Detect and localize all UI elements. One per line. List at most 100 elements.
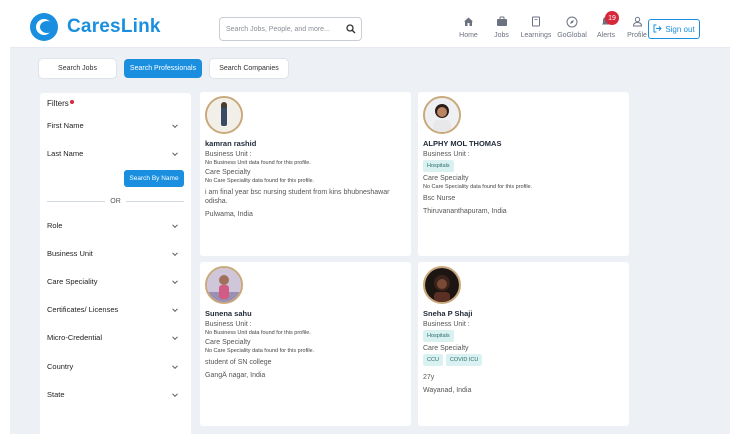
business-unit-note: No Business Unit data found for this pro… [205,330,311,336]
care-specialty-note: No Care Speciality data found for this p… [205,348,315,354]
professional-card[interactable]: Sneha P Shaji Business Unit : Hospitals … [418,262,629,426]
tab-search-professionals[interactable]: Search Professionals [124,59,202,78]
filter-label: Last Name [47,149,84,158]
profile-bio: i am final year bsc nursing student from… [205,189,390,205]
required-dot [69,100,74,104]
filter-state[interactable]: State [47,390,179,399]
professional-name[interactable]: kamran rashid [205,139,405,148]
chevron-down-icon [172,123,178,128]
filter-country[interactable]: Country [47,362,179,371]
main-nav: Home Jobs Learnings GoGlobal 19 Alerts P… [452,11,652,39]
chevron-down-icon [172,335,178,340]
avatar[interactable] [205,96,243,134]
logo-mark-icon [30,13,58,41]
filter-certificates[interactable]: Certificates/ Licenses [47,305,179,314]
alerts-count-badge: 19 [605,11,619,25]
filter-label: Micro-Credential [47,333,103,342]
care-specialty-chips: CCU COVID ICU [423,354,623,369]
nav-label-learnings: Learnings [520,32,552,39]
professional-name[interactable]: Sneha P Shaji [423,309,623,318]
nav-label-jobs: Jobs [494,32,509,39]
avatar[interactable] [423,96,461,134]
chevron-down-icon [172,279,178,284]
care-specialty-label: Care Specialty [205,339,251,346]
profile-location: GangÄ nagar, India [205,372,266,379]
filter-first-name[interactable]: First Name [47,121,179,130]
chip-hospitals: Hospitals [423,160,454,172]
careslink-logo[interactable]: CaresLink [30,13,161,41]
business-unit-label: Business Unit : [205,151,252,158]
professional-card[interactable]: kamran rashid Business Unit : No Busines… [200,92,411,256]
card-body: Sneha P Shaji Business Unit : Hospitals … [423,309,623,395]
profile-location: Thiruvananthapuram, India [423,208,507,215]
business-unit-label: Business Unit : [205,321,252,328]
professional-name[interactable]: Sunena sahu [205,309,405,318]
profile-bio: student of SN college [205,359,272,366]
chevron-down-icon [172,307,178,312]
chevron-down-icon [172,251,178,256]
nav-jobs[interactable]: Jobs [485,13,518,39]
filter-role[interactable]: Role [47,221,179,230]
nav-goglobal[interactable]: GoGlobal [554,13,590,39]
filter-label: Care Speciality [47,277,98,286]
avatar[interactable] [423,266,461,304]
avatar[interactable] [205,266,243,304]
filter-last-name[interactable]: Last Name [47,149,179,158]
search-icon[interactable] [341,19,361,39]
filter-micro-credential[interactable]: Micro-Credential [47,333,179,342]
top-header: CaresLink Search Jobs, People, and more.… [10,9,730,48]
filter-business-unit[interactable]: Business Unit [47,249,179,258]
nav-label-home: Home [459,32,478,39]
or-divider: OR [47,197,184,205]
book-icon [531,13,541,30]
care-specialty-label: Care Specialty [423,345,469,352]
care-specialty-label: Care Specialty [205,169,251,176]
care-specialty-note: No Care Speciality data found for this p… [205,178,315,184]
filter-label: Role [47,221,63,230]
nav-alerts[interactable]: 19 Alerts [590,11,622,39]
main-content: Search Jobs Search Professionals Search … [10,48,730,434]
professional-name[interactable]: ALPHY MOL THOMAS [423,139,623,148]
chip-hospitals: Hospitals [423,330,454,342]
app-page: CaresLink Search Jobs, People, and more.… [0,0,736,434]
or-text: OR [110,197,121,205]
tab-search-jobs[interactable]: Search Jobs [39,59,116,78]
sign-out-button[interactable]: Sign out [648,19,700,39]
nav-label-alerts: Alerts [597,32,615,39]
search-by-name-button[interactable]: Search By Name [124,170,184,187]
professional-card[interactable]: Sunena sahu Business Unit : No Business … [200,262,411,426]
profile-location: Pulwama, India [205,211,253,218]
business-unit-label: Business Unit : [423,321,470,328]
briefcase-icon [496,13,508,30]
card-body: ALPHY MOL THOMAS Business Unit : Hospita… [423,139,623,216]
divider-line [47,200,106,202]
chip-ccu: CCU [423,354,443,366]
filter-label: First Name [47,121,84,130]
search-tabs: Search Jobs Search Professionals Search … [39,59,288,78]
filter-care-speciality[interactable]: Care Speciality [47,277,179,286]
chevron-down-icon [172,392,178,397]
professional-card[interactable]: ALPHY MOL THOMAS Business Unit : Hospita… [418,92,629,256]
filter-label: State [47,390,65,399]
sign-out-label: Sign out [665,24,695,34]
profile-bio: Bsc Nurse [423,195,456,202]
filter-label: Business Unit [47,249,93,258]
global-search-input[interactable]: Search Jobs, People, and more... [219,17,362,41]
tab-search-companies[interactable]: Search Companies [210,59,288,78]
nav-label-goglobal: GoGlobal [557,32,587,39]
business-unit-chips: Hospitals [423,160,623,175]
chevron-down-icon [172,151,178,156]
filter-label: Country [47,362,74,371]
filters-title: Filters [47,99,74,108]
care-specialty-label: Care Specialty [423,175,469,182]
search-placeholder: Search Jobs, People, and more... [226,25,330,33]
brand-name: CaresLink [67,16,161,37]
sign-out-icon [653,24,663,35]
home-icon [463,13,474,30]
nav-learnings[interactable]: Learnings [518,13,554,39]
profile-bio: 27y [423,374,435,381]
nav-home[interactable]: Home [452,13,485,39]
chevron-down-icon [172,223,178,228]
business-unit-note: No Business Unit data found for this pro… [205,160,311,166]
chevron-down-icon [172,364,178,369]
